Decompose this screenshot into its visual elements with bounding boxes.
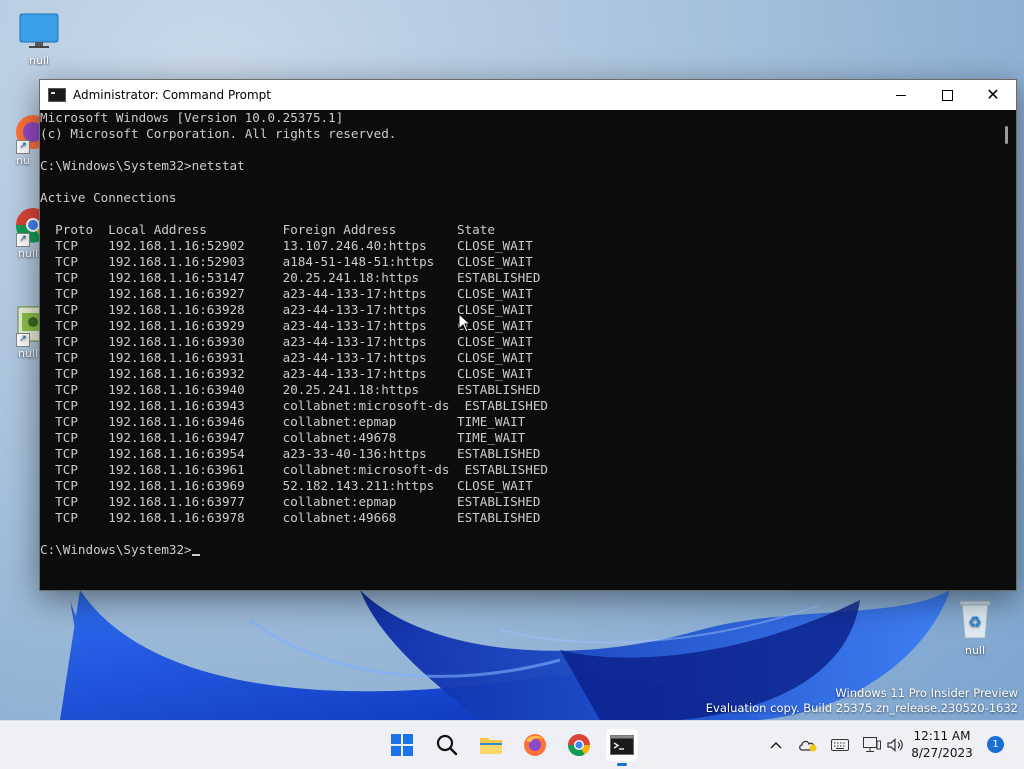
active-app-indicator — [617, 763, 627, 766]
desktop-icon-app[interactable]: ↗ null — [0, 305, 40, 360]
recycle-bin-icon: ♻ — [954, 598, 996, 639]
desktop-icon-recycle-bin[interactable]: ♻ null — [943, 598, 1007, 657]
notification-badge[interactable]: 1 — [987, 736, 1004, 753]
window-titlebar[interactable]: Administrator: Command Prompt ✕ — [40, 80, 1016, 110]
app-icon: ↗ — [14, 305, 40, 347]
command-prompt-window[interactable]: Administrator: Command Prompt ✕ Microsof… — [39, 79, 1017, 591]
desktop-icon-label: null — [18, 247, 39, 260]
clock-time: 12:11 AM — [913, 729, 971, 743]
shortcut-arrow-icon: ↗ — [16, 333, 30, 347]
desktop-icon-chrome[interactable]: ↗ null — [0, 205, 40, 260]
desktop-icon-label: null — [964, 644, 986, 657]
minimize-button[interactable] — [878, 80, 924, 110]
svg-text:♻: ♻ — [968, 613, 981, 631]
search-icon — [436, 734, 458, 756]
vertical-scrollbar[interactable] — [998, 110, 1016, 588]
keyboard-tray-button[interactable] — [828, 733, 852, 757]
system-tray — [764, 721, 908, 769]
text-cursor — [191, 554, 200, 556]
chrome-icon — [568, 734, 590, 756]
onedrive-tray-button[interactable] — [796, 733, 820, 757]
taskbar: 12:11 AM 8/27/2023 — [0, 720, 1024, 769]
window-title: Administrator: Command Prompt — [73, 88, 271, 102]
start-button[interactable] — [386, 729, 418, 761]
watermark-line-2: Evaluation copy. Build 25375.zn_release.… — [705, 701, 1018, 715]
shortcut-arrow-icon: ↗ — [16, 140, 30, 154]
minimize-icon — [896, 94, 906, 96]
scroll-thumb[interactable] — [1005, 126, 1008, 144]
volume-tray-button[interactable] — [884, 733, 908, 757]
firefox-taskbar-button[interactable] — [519, 729, 551, 761]
chrome-taskbar-button[interactable] — [563, 729, 595, 761]
command-prompt-icon — [48, 88, 66, 102]
close-button[interactable]: ✕ — [970, 80, 1016, 110]
chrome-icon: ↗ — [12, 205, 40, 247]
show-hidden-icons-button[interactable] — [764, 733, 788, 757]
desktop-icon-firefox[interactable]: ↗ nu — [0, 112, 40, 167]
start-icon — [391, 734, 413, 756]
close-icon: ✕ — [986, 85, 1000, 104]
desktop-icon-label: null — [28, 54, 50, 67]
desktop-icon-label: nu — [16, 154, 30, 167]
desktop-icon-this-pc[interactable]: null — [7, 12, 71, 67]
file-explorer-icon — [480, 738, 502, 754]
maximize-icon — [941, 89, 953, 101]
command-prompt-icon — [610, 735, 634, 755]
taskbar-clock[interactable]: 12:11 AM 8/27/2023 — [906, 728, 978, 762]
evaluation-watermark: Windows 11 Pro Insider Preview Evaluatio… — [706, 686, 1018, 716]
clock-date: 8/27/2023 — [911, 746, 973, 760]
window-controls: ✕ — [878, 80, 1016, 110]
firefox-icon: ↗ — [12, 112, 40, 154]
mouse-pointer-icon — [458, 313, 472, 333]
speaker-icon — [887, 738, 903, 752]
firefox-icon — [524, 734, 546, 756]
console-text: Microsoft Windows [Version 10.0.25375.1]… — [40, 110, 548, 557]
shortcut-arrow-icon: ↗ — [16, 233, 30, 247]
file-explorer-button[interactable] — [475, 729, 507, 761]
cloud-warning-icon — [799, 740, 817, 752]
network-tray-button[interactable] — [860, 733, 884, 757]
keyboard-icon — [831, 739, 849, 751]
chevron-up-icon — [770, 741, 782, 749]
console-output[interactable]: Microsoft Windows [Version 10.0.25375.1]… — [40, 110, 998, 588]
watermark-line-1: Windows 11 Pro Insider Preview — [835, 686, 1018, 700]
search-button[interactable] — [431, 729, 463, 761]
monitor-icon — [18, 12, 60, 52]
maximize-button[interactable] — [924, 80, 970, 110]
command-prompt-taskbar-button[interactable] — [606, 729, 638, 766]
desktop-icon-label: null — [18, 347, 39, 360]
network-icon — [863, 737, 881, 752]
